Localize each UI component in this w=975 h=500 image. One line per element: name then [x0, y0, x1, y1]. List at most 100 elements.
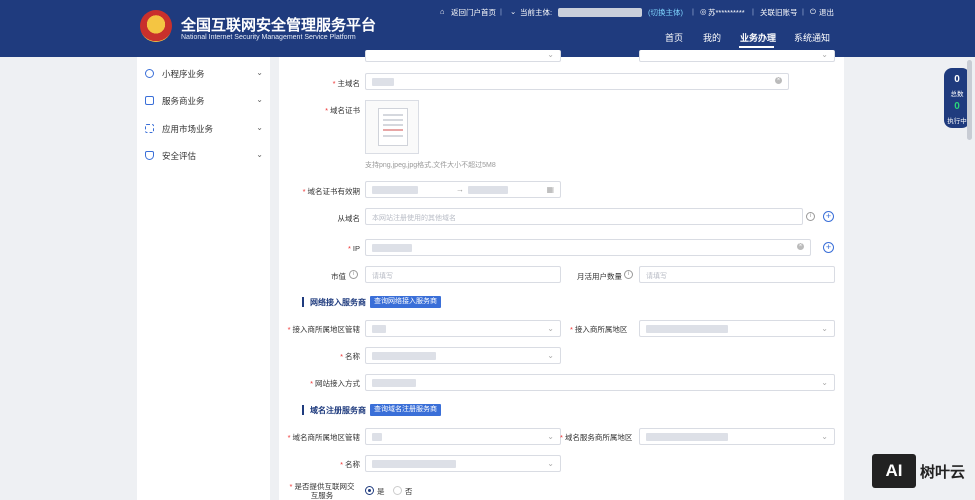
platform-title: 全国互联网安全管理服务平台 — [181, 17, 377, 34]
clear-icon[interactable]: × — [797, 243, 804, 250]
network-section-title: 网络接入服务商 — [302, 297, 366, 307]
nav-mine[interactable]: 我的 — [703, 31, 721, 44]
redacted-value — [372, 78, 394, 86]
cutoff-select[interactable]: ⌄ — [639, 50, 835, 62]
chevron-down-icon: ⌄ — [547, 459, 554, 468]
sidebar-item-security[interactable]: 安全评估 ⌄ — [145, 150, 263, 164]
shield-icon — [145, 151, 154, 160]
mau-label: 月活用户数量 — [577, 272, 622, 281]
add-subdomain-button[interactable]: + — [823, 211, 834, 222]
redacted-value — [372, 352, 436, 360]
chevron-down-icon: ⌄ — [821, 378, 828, 387]
access-region-label: * 接入商所属地区 — [570, 325, 628, 334]
clear-icon[interactable]: × — [775, 77, 782, 84]
redacted-value — [372, 433, 382, 441]
redacted-value — [646, 433, 728, 441]
registrar-region-select[interactable]: ⌄ — [639, 428, 835, 445]
calendar-icon: ▦ — [546, 185, 554, 194]
document-icon — [378, 108, 408, 146]
monitor-icon — [145, 96, 154, 105]
add-ip-button[interactable]: + — [823, 242, 834, 253]
switch-entity-link[interactable]: (切换主体) — [648, 7, 683, 18]
chevron-down-icon: ⌄ — [547, 351, 554, 360]
access-method-select[interactable]: ⌄ — [365, 374, 835, 391]
registrar-section-title: 域名注册服务商 — [302, 405, 366, 415]
sidebar-item-label: 应用市场业务 — [162, 124, 214, 134]
current-entity-label: 当前主体: — [520, 8, 553, 17]
sidebar-item-appmarket[interactable]: 应用市场业务 ⌄ — [145, 123, 263, 137]
info-icon[interactable]: i — [349, 270, 358, 279]
sidebar: 小程序业务 ⌄ 服务商业务 ⌄ 应用市场业务 ⌄ 安全评估 ⌄ — [137, 57, 270, 500]
divider: | — [802, 7, 804, 16]
main-domain-input[interactable]: × — [365, 73, 789, 90]
registrar-region-mgmt-label: * 域名商所属地区管辖 — [287, 433, 360, 442]
sidebar-item-provider[interactable]: 服务商业务 ⌄ — [145, 95, 263, 109]
divider: | — [500, 7, 502, 16]
domain-cert-label: * 域名证书 — [325, 106, 360, 115]
mau-input[interactable]: 请填写 — [639, 266, 835, 283]
access-method-label: * 网站接入方式 — [310, 379, 360, 388]
info-icon[interactable]: i — [624, 270, 633, 279]
chevron-down-icon: ⌄ — [547, 324, 554, 333]
date-separator: → — [456, 185, 464, 194]
access-name-select[interactable]: ⌄ — [365, 347, 561, 364]
chevron-down-icon: ⌄ — [256, 68, 263, 77]
watermark-logo: AI — [872, 454, 916, 488]
chevron-down-icon: ⌄ — [547, 432, 554, 441]
cert-thumbnail[interactable] — [365, 100, 419, 154]
registrar-region-mgmt-select[interactable]: ⌄ — [365, 428, 561, 445]
logout-link[interactable]: 退出 — [819, 7, 834, 18]
interactive-service-label: * 是否提供互联网交互服务 — [289, 482, 355, 500]
registrar-region-label: * 域名服务商所属地区 — [560, 433, 633, 442]
redacted-value — [372, 244, 412, 252]
divider: | — [692, 7, 694, 16]
username[interactable]: 苏********** — [708, 7, 745, 18]
divider: | — [752, 7, 754, 16]
nav-business[interactable]: 业务办理 — [740, 31, 776, 44]
chevron-down-icon: ⌄ — [547, 50, 554, 59]
emblem-logo — [140, 10, 172, 42]
watermark-brand: 树叶云 — [920, 464, 966, 481]
sub-domain-input[interactable]: 本网站注册使用的其他域名 — [365, 208, 803, 225]
platform-subtitle: National Internet Security Management Se… — [181, 34, 356, 41]
sidebar-item-label: 服务商业务 — [162, 96, 205, 106]
sub-domain-label: 从域名 — [337, 214, 361, 223]
market-value-label: 市值 — [331, 272, 346, 281]
scrollbar[interactable] — [967, 60, 972, 140]
interactive-yes-radio[interactable] — [365, 486, 374, 495]
cert-hint: 支持png,jpeg,jpg格式,文件大小不超过5M8 — [365, 162, 496, 169]
access-region-mgmt-select[interactable]: ⌄ — [365, 320, 561, 337]
chevron-down-icon: ⌄ — [256, 150, 263, 159]
redacted-value — [372, 325, 386, 333]
chevron-down-icon: ⌄ — [821, 50, 828, 59]
nav-notifications[interactable]: 系统通知 — [794, 31, 830, 44]
sidebar-item-miniprogram[interactable]: 小程序业务 ⌄ — [145, 68, 263, 82]
yes-label: 是 — [377, 487, 385, 496]
ip-input[interactable]: × — [365, 239, 811, 256]
placeholder: 请填写 — [646, 273, 667, 280]
query-registrar-button[interactable]: 查询域名注册服务商 — [370, 404, 441, 416]
chevron-down-icon: ⌄ — [821, 432, 828, 441]
access-region-select[interactable]: ⌄ — [639, 320, 835, 337]
redacted-value — [372, 186, 418, 194]
registrar-name-select[interactable]: ⌄ — [365, 455, 561, 472]
no-label: 否 — [405, 487, 413, 496]
access-region-mgmt-label: * 接入商所属地区管辖 — [287, 325, 360, 334]
interactive-no-radio[interactable] — [393, 486, 402, 495]
market-value-input[interactable]: 请填写 — [365, 266, 561, 283]
query-network-provider-button[interactable]: 查询网络接入服务商 — [370, 296, 441, 308]
cert-validity-label: * 域名证书有效期 — [302, 187, 360, 196]
link-old-account-link[interactable]: 关联旧账号 — [760, 7, 798, 18]
sidebar-item-label: 安全评估 — [162, 151, 197, 161]
back-portal-link[interactable]: 返回门户首页 — [451, 7, 496, 18]
cutoff-select[interactable]: ⌄ — [365, 50, 561, 62]
cert-validity-range[interactable]: → ▦ — [365, 181, 561, 198]
ip-label: * IP — [347, 244, 360, 253]
info-icon[interactable]: i — [806, 212, 815, 221]
redacted-value — [646, 325, 728, 333]
home-icon: ⌂ — [440, 7, 445, 16]
nav-home[interactable]: 首页 — [665, 31, 683, 44]
chevron-down-icon: ⌄ — [510, 7, 517, 16]
user-icon: ◎ — [700, 7, 707, 16]
placeholder: 本网站注册使用的其他域名 — [372, 215, 456, 222]
